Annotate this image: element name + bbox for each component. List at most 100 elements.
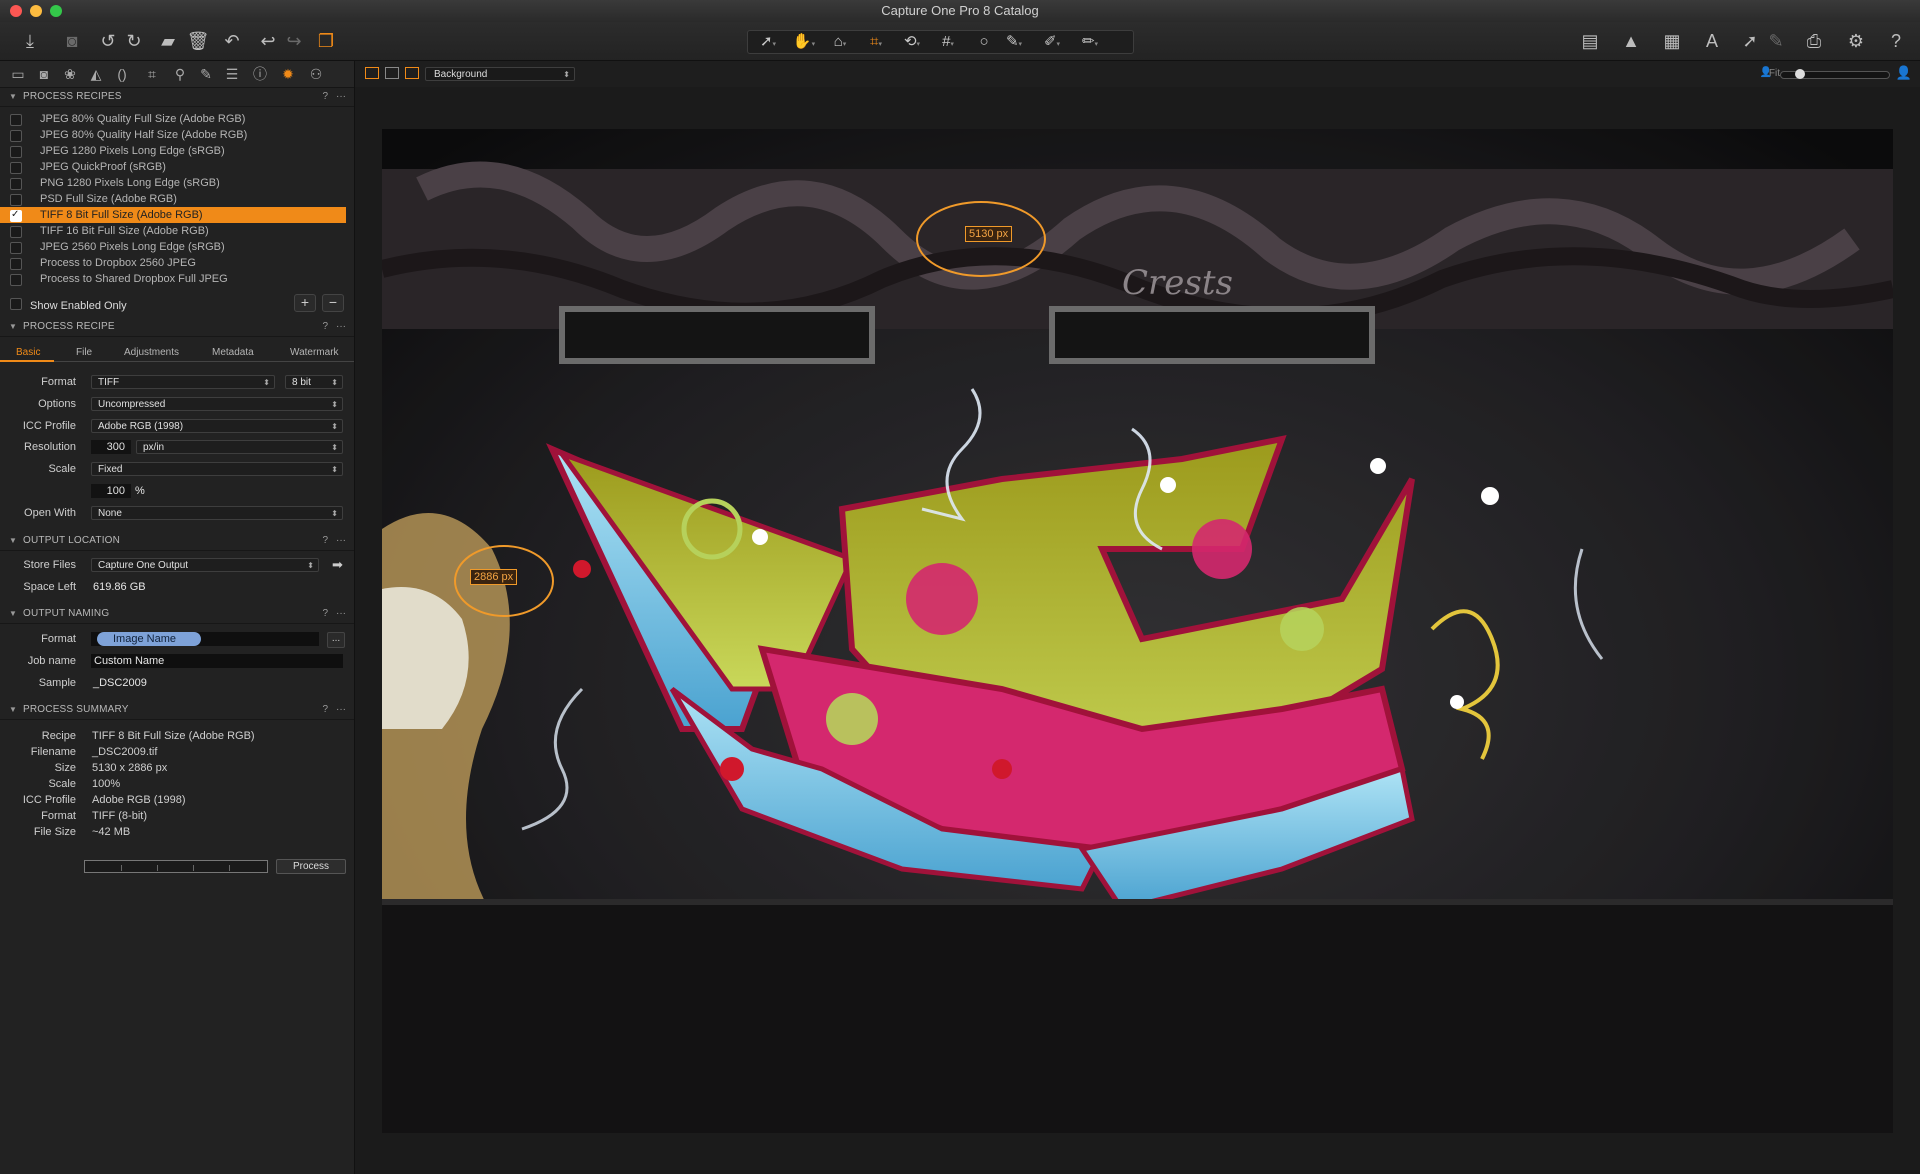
recipe-item[interactable]: Process to Dropbox 2560 JPEG [0, 255, 354, 271]
local-adjustments-tab-icon[interactable]: ✎ [196, 65, 216, 83]
details-tab-icon[interactable]: ⚲ [170, 65, 190, 83]
tab-adjustments[interactable]: Adjustments [124, 347, 179, 358]
layout-icon[interactable]: ▤ [1578, 30, 1602, 52]
recipe-item[interactable]: JPEG 80% Quality Half Size (Adobe RGB) [0, 127, 354, 143]
reset-icon[interactable]: ↶ [220, 30, 244, 52]
brush-tool-icon[interactable]: ✎▾ [998, 31, 1030, 53]
process-button[interactable]: Process [276, 859, 346, 874]
help-icon[interactable]: ? [322, 88, 328, 106]
single-view-icon[interactable] [385, 67, 399, 79]
recipe-checkbox[interactable] [10, 274, 22, 286]
more-icon[interactable]: ··· [336, 532, 346, 550]
new-folder-icon[interactable]: ▰ [156, 30, 180, 52]
output-tab-icon[interactable]: ✹ [278, 65, 298, 83]
recipe-checkbox[interactable] [10, 258, 22, 270]
recipe-item[interactable]: PSD Full Size (Adobe RGB) [0, 191, 354, 207]
recipe-checkbox[interactable] [10, 114, 22, 126]
recipe-item[interactable]: TIFF 16 Bit Full Size (Adobe RGB) [0, 223, 354, 239]
process-recipes-header[interactable]: ▼ PROCESS RECIPES ? ··· [0, 88, 354, 107]
recipe-checkbox[interactable] [10, 146, 22, 158]
help-icon[interactable]: ? [1884, 30, 1908, 52]
resolution-input[interactable]: 300 [91, 440, 131, 454]
eyedropper-tool-icon[interactable]: ✐▾ [1036, 31, 1068, 53]
tab-file[interactable]: File [76, 347, 92, 358]
text-icon[interactable]: A [1700, 30, 1724, 52]
arrow-right-icon[interactable]: ➡ [332, 557, 343, 573]
composition-tab-icon[interactable]: ⌗ [142, 65, 162, 83]
pan-tool-icon[interactable]: ✋▾ [788, 31, 820, 53]
camera-icon[interactable]: ◙ [60, 30, 84, 52]
recipe-checkbox[interactable] [10, 162, 22, 174]
library-tab-icon[interactable]: ▭ [8, 65, 28, 83]
batch-tab-icon[interactable]: ⚇ [306, 65, 326, 83]
help-icon[interactable]: ? [322, 605, 328, 623]
spot-removal-tool-icon[interactable]: ○ [968, 31, 1000, 53]
redo-icon[interactable]: ↪ [282, 30, 306, 52]
checkbox[interactable] [10, 298, 22, 310]
grid-icon[interactable]: ▦ [1660, 30, 1684, 52]
recipe-item[interactable]: Process to Shared Dropbox Full JPEG [0, 271, 354, 287]
zoom-slider[interactable] [1780, 69, 1890, 79]
output-naming-header[interactable]: ▼ OUTPUT NAMING ? ··· [0, 605, 354, 624]
undo-icon[interactable]: ↩ [256, 30, 280, 52]
rotate-right-icon[interactable]: ↻ [122, 30, 146, 52]
job-name-input[interactable]: Custom Name [91, 654, 343, 668]
tab-watermark[interactable]: Watermark [290, 347, 339, 358]
collapse-triangle-icon[interactable]: ▼ [9, 88, 17, 106]
recipe-item[interactable]: JPEG 1280 Pixels Long Edge (sRGB) [0, 143, 354, 159]
remove-recipe-button[interactable]: − [322, 294, 344, 312]
scale-percent-input[interactable]: 100 [91, 484, 131, 498]
format-select[interactable]: TIFF ⬍ [91, 375, 275, 389]
color-tab-icon[interactable]: ❀ [60, 65, 80, 83]
recipe-checkbox[interactable] [10, 226, 22, 238]
apply-icon[interactable]: ✎ [1764, 30, 1788, 52]
more-icon[interactable]: ··· [336, 605, 346, 623]
process-recipe-header[interactable]: ▼ PROCESS RECIPE ? ··· [0, 318, 354, 337]
options-select[interactable]: Uncompressed ⬍ [91, 397, 343, 411]
help-icon[interactable]: ? [322, 532, 328, 550]
gear-icon[interactable]: ⚙ [1844, 30, 1868, 52]
icc-profile-select[interactable]: Adobe RGB (1998) ⬍ [91, 419, 343, 433]
help-icon[interactable]: ? [322, 318, 328, 336]
resolution-unit-select[interactable]: px/in ⬍ [136, 440, 343, 454]
show-enabled-only-checkbox[interactable]: Show Enabled Only [10, 298, 127, 312]
proof-view-icon[interactable] [405, 67, 419, 79]
recipe-checkbox[interactable] [10, 130, 22, 142]
exposure-tab-icon[interactable]: ◭ [86, 65, 106, 83]
more-icon[interactable]: ··· [336, 88, 346, 106]
open-with-select[interactable]: None ⬍ [91, 506, 343, 520]
collapse-triangle-icon[interactable]: ▼ [9, 318, 17, 336]
recipe-checkbox[interactable] [10, 207, 22, 223]
collapse-triangle-icon[interactable]: ▼ [9, 605, 17, 623]
recipe-item[interactable]: JPEG 80% Quality Full Size (Adobe RGB) [0, 111, 354, 127]
tab-metadata[interactable]: Metadata [212, 347, 254, 358]
metadata-tab-icon[interactable]: ⓘ [250, 65, 270, 83]
trash-icon[interactable]: 🗑 [186, 30, 210, 52]
copy-icon[interactable]: ➚ [1738, 30, 1762, 52]
bit-depth-select[interactable]: 8 bit ⬍ [285, 375, 343, 389]
store-files-select[interactable]: Capture One Output ⬍ [91, 558, 319, 572]
help-icon[interactable]: ? [322, 701, 328, 719]
copy-adjustments-icon[interactable]: ❐ [314, 30, 338, 52]
exposure-warning-icon[interactable]: ▲ [1619, 30, 1643, 52]
recipe-item[interactable]: PNG 1280 Pixels Long Edge (sRGB) [0, 175, 354, 191]
process-summary-header[interactable]: ▼ PROCESS SUMMARY ? ··· [0, 701, 354, 720]
lens-tab-icon[interactable]: () [112, 65, 132, 83]
more-icon[interactable]: ··· [336, 701, 346, 719]
grid-view-icon[interactable] [365, 67, 379, 79]
rotate-tool-icon[interactable]: ⟲▾ [896, 31, 928, 53]
graffiti-photo[interactable]: Crests 5130 px 2886 px [382, 129, 1893, 1133]
recipe-checkbox[interactable] [10, 194, 22, 206]
recipe-item[interactable]: TIFF 8 Bit Full Size (Adobe RGB) [0, 207, 346, 223]
naming-format-more-button[interactable]: ... [327, 632, 345, 648]
collapse-triangle-icon[interactable]: ▼ [9, 701, 17, 719]
import-icon[interactable]: ⤓ [18, 30, 42, 52]
loupe-tool-icon[interactable]: ⌂▾ [824, 31, 856, 53]
annotate-tool-icon[interactable]: ✏▾ [1074, 31, 1106, 53]
more-icon[interactable]: ··· [336, 318, 346, 336]
background-select[interactable]: Background ⬍ [425, 67, 575, 81]
zoom-slider-knob[interactable] [1795, 69, 1805, 79]
recipe-checkbox[interactable] [10, 178, 22, 190]
select-tool-icon[interactable]: ➚▾ [752, 31, 784, 53]
crop-tool-icon[interactable]: ⌗▾ [860, 31, 892, 53]
